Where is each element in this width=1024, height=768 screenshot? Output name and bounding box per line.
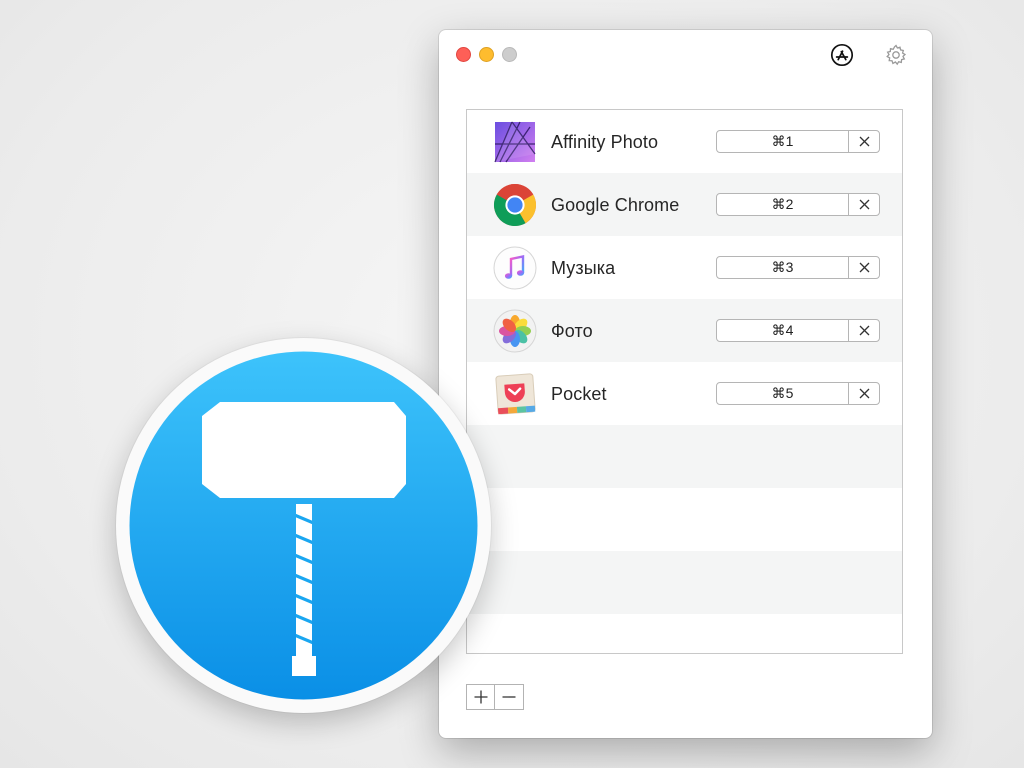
- app-name: Affinity Photo: [551, 132, 659, 152]
- affinity-photo-icon: [492, 119, 538, 165]
- minimize-window-button[interactable]: [479, 47, 494, 62]
- empty-list-row: [467, 488, 902, 551]
- remove-app-button[interactable]: [495, 684, 524, 710]
- shortcut-field[interactable]: ⌘1: [716, 130, 880, 153]
- close-icon: [859, 199, 869, 210]
- window-controls: [456, 47, 517, 62]
- music-icon: [492, 245, 538, 291]
- pocket-icon: [492, 371, 538, 417]
- app-name: Google Chrome: [551, 195, 680, 215]
- stage: Affinity Photo ⌘1 Google Chrome ⌘2 Музык…: [0, 0, 1024, 768]
- app-shortcut-list: Affinity Photo ⌘1 Google Chrome ⌘2 Музык…: [466, 109, 903, 654]
- close-icon: [859, 325, 869, 336]
- shortcut-key-label[interactable]: ⌘1: [717, 131, 849, 152]
- list-item[interactable]: Pocket ⌘5: [467, 362, 902, 425]
- close-icon: [859, 388, 869, 399]
- app-store-icon[interactable]: [830, 43, 854, 67]
- shortcut-field[interactable]: ⌘3: [716, 256, 880, 279]
- clear-shortcut-button[interactable]: [849, 320, 879, 341]
- shortcut-key-label[interactable]: ⌘2: [717, 194, 849, 215]
- clear-shortcut-button[interactable]: [849, 194, 879, 215]
- close-window-button[interactable]: [456, 47, 471, 62]
- shortcut-field[interactable]: ⌘5: [716, 382, 880, 405]
- empty-list-row: [467, 425, 902, 488]
- list-item[interactable]: Affinity Photo ⌘1: [467, 110, 902, 173]
- photos-icon: [492, 308, 538, 354]
- shortcut-field[interactable]: ⌘4: [716, 319, 880, 342]
- app-window: Affinity Photo ⌘1 Google Chrome ⌘2 Музык…: [439, 30, 932, 738]
- app-name: Музыка: [551, 258, 616, 278]
- shortcut-key-label[interactable]: ⌘4: [717, 320, 849, 341]
- shortcut-field[interactable]: ⌘2: [716, 193, 880, 216]
- app-name: Pocket: [551, 384, 607, 404]
- list-item[interactable]: Google Chrome ⌘2: [467, 173, 902, 236]
- google-chrome-icon: [492, 182, 538, 228]
- clear-shortcut-button[interactable]: [849, 131, 879, 152]
- list-item[interactable]: Фото ⌘4: [467, 299, 902, 362]
- gear-icon[interactable]: [884, 43, 908, 67]
- app-name: Фото: [551, 321, 593, 341]
- list-item[interactable]: Музыка ⌘3: [467, 236, 902, 299]
- close-icon: [859, 136, 869, 147]
- app-logo: [116, 338, 491, 713]
- hammer-icon: [129, 351, 478, 700]
- minus-icon: [502, 696, 516, 698]
- clear-shortcut-button[interactable]: [849, 257, 879, 278]
- title-bar-actions: [830, 43, 908, 67]
- empty-list-row: [467, 551, 902, 614]
- shortcut-key-label[interactable]: ⌘3: [717, 257, 849, 278]
- close-icon: [859, 262, 869, 273]
- clear-shortcut-button[interactable]: [849, 383, 879, 404]
- zoom-window-button[interactable]: [502, 47, 517, 62]
- shortcut-key-label[interactable]: ⌘5: [717, 383, 849, 404]
